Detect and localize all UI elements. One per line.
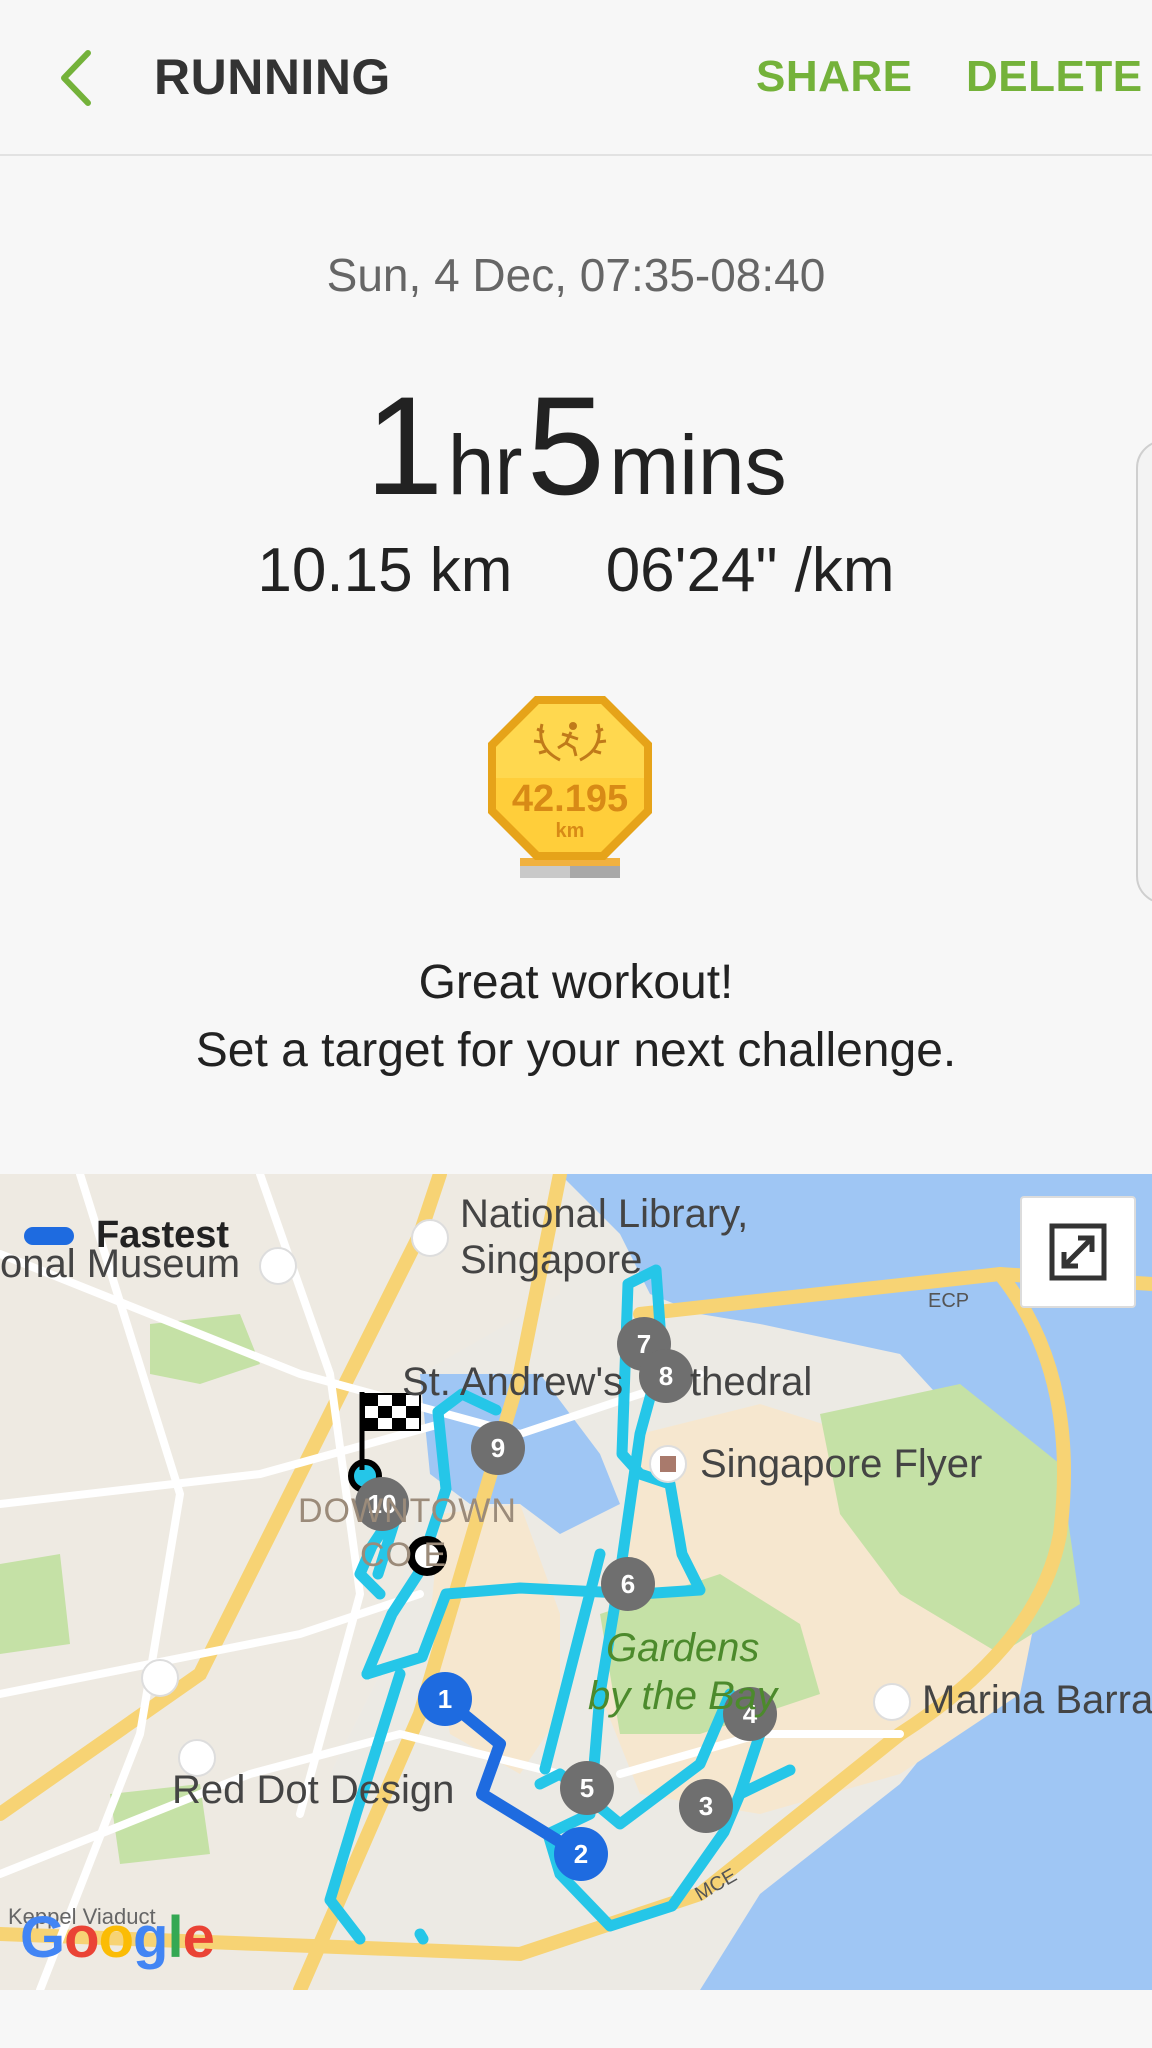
km-marker-5: 5	[580, 1773, 594, 1803]
km-marker-2: 2	[574, 1839, 588, 1869]
map-label-gardens: Gardens	[606, 1626, 760, 1670]
map-label-marina: Marina Barra	[922, 1678, 1152, 1722]
map-label-gardens-2: by the Bay	[588, 1674, 778, 1718]
map-label-cathedral: St. Andrew's	[402, 1360, 624, 1404]
museum-icon	[259, 1247, 297, 1285]
distance-value: 10.15 km	[257, 536, 513, 605]
km-marker-6: 6	[621, 1569, 635, 1599]
minutes-unit: mins	[609, 418, 787, 512]
app-bar: RUNNING SHARE DELETE	[0, 0, 1152, 156]
camera-icon	[873, 1683, 911, 1721]
map-label-ecp: ECP	[928, 1290, 970, 1312]
message-subtext: Set a target for your next challenge.	[195, 1024, 957, 1077]
bottom-area	[0, 1990, 1152, 2048]
map-label-flyer: Singapore Flyer	[700, 1442, 983, 1486]
duration-minutes: 5	[526, 367, 605, 524]
duration-hours: 1	[365, 367, 444, 524]
side-panel-handle[interactable]	[1136, 440, 1152, 904]
map-label-downtown: DOWNTOWN	[298, 1492, 517, 1530]
km-marker-9: 9	[491, 1433, 505, 1463]
share-button[interactable]: SHARE	[756, 52, 913, 102]
map-label-red-dot: Red Dot Design	[172, 1768, 455, 1812]
expand-icon	[1049, 1223, 1107, 1281]
workout-stats: 10.15 km 06'24" /km	[0, 535, 1152, 606]
km-marker-7: 7	[637, 1329, 651, 1359]
back-arrow-icon[interactable]	[52, 47, 108, 109]
workout-duration: 1 hr 5 mins	[0, 365, 1152, 527]
delete-button[interactable]: DELETE	[966, 52, 1143, 102]
map-label-library-2: Singapore	[460, 1238, 643, 1282]
google-logo: Google	[20, 1905, 215, 1970]
km-marker-3: 3	[699, 1791, 713, 1821]
distance-medal: 42.195 km	[480, 690, 660, 890]
km-marker-8: 8	[659, 1361, 673, 1391]
medal-value: 42.195	[512, 778, 628, 820]
workout-date: Sun, 4 Dec, 07:35-08:40	[326, 249, 826, 301]
map-label-cathedral-2: thedral	[690, 1360, 813, 1404]
km-marker-1: 1	[438, 1684, 452, 1714]
fastest-legend-label: Fastest	[96, 1214, 230, 1256]
route-map[interactable]: 1 2 3 4 5 6 7 8 9 10 onal Museum Nationa…	[0, 1174, 1152, 1990]
hours-unit: hr	[447, 418, 523, 512]
page-title: RUNNING	[154, 49, 391, 105]
expand-map-button[interactable]	[1020, 1196, 1136, 1308]
map-label-core: CO E	[360, 1536, 448, 1574]
fastest-legend-swatch	[24, 1226, 74, 1245]
pace-value: 06'24" /km	[605, 536, 895, 605]
map-label-library: National Library,	[460, 1192, 749, 1236]
medal-unit: km	[556, 820, 585, 842]
attraction-icon	[141, 1659, 179, 1697]
library-icon	[411, 1219, 449, 1257]
message-headline: Great workout!	[418, 956, 734, 1009]
fastest-legend: Fastest	[24, 1214, 229, 1257]
